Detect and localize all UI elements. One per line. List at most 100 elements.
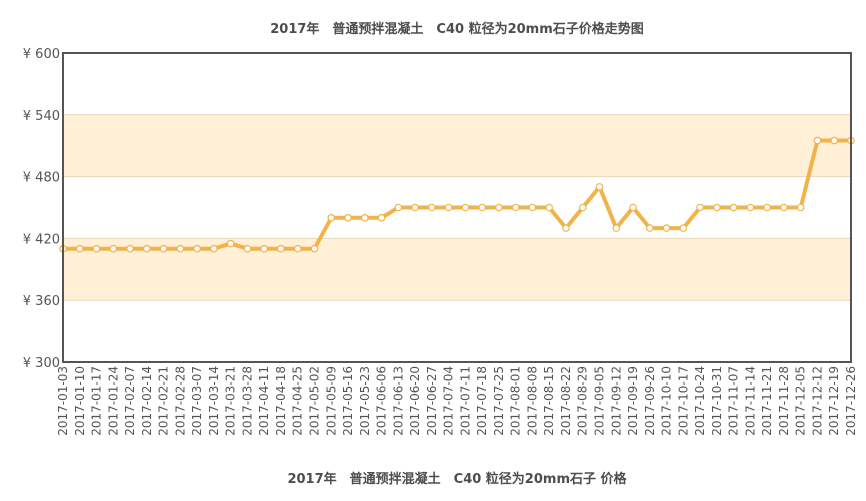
chart-title: 2017年 普通预拌混凝土 C40 粒径为20mm石子价格走势图 <box>270 21 644 37</box>
data-point <box>729 203 738 212</box>
data-point <box>813 136 822 145</box>
data-point <box>713 203 721 212</box>
x-tick-label: 2017-08-15 <box>542 366 556 436</box>
data-point <box>696 203 704 212</box>
x-tick-label: 2017-05-02 <box>307 366 321 436</box>
x-tick-label: 2017-07-25 <box>492 366 506 436</box>
x-tick-label: 2017-12-12 <box>810 366 824 436</box>
data-point <box>763 203 771 212</box>
data-point <box>679 224 688 232</box>
x-tick-label: 2017-09-12 <box>609 366 623 436</box>
x-tick-label: 2017-04-18 <box>274 366 288 436</box>
x-tick-label: 2017-03-28 <box>240 366 254 436</box>
x-tick-label: 2017-08-22 <box>559 366 573 436</box>
price-trend-chart: 2017年 普通预拌混凝土 C40 粒径为20mm石子价格走势图 ¥ 300¥ … <box>23 21 858 487</box>
data-point <box>176 244 185 253</box>
data-point <box>226 239 235 248</box>
y-tick-label-600: ¥ 600 <box>23 47 60 62</box>
data-point <box>344 214 352 222</box>
y-tick-label-420: ¥ 420 <box>23 232 60 247</box>
data-point <box>796 203 805 212</box>
x-tick-label: 2017-09-26 <box>643 366 657 436</box>
x-tick-label: 2017-12-05 <box>794 366 808 436</box>
data-point <box>528 203 537 212</box>
band-480-540 <box>63 114 851 177</box>
x-tick-label: 2017-12-26 <box>844 366 858 436</box>
x-tick-label: 2017-06-20 <box>408 366 422 436</box>
data-point <box>629 203 637 212</box>
x-tick-label: 2017-02-07 <box>123 366 137 436</box>
x-tick-label: 2017-01-17 <box>90 366 104 436</box>
x-tick-label: 2017-09-19 <box>626 366 640 436</box>
x-tick-label: 2017-07-18 <box>475 366 489 436</box>
data-point <box>461 203 470 212</box>
data-point <box>495 203 503 212</box>
data-point <box>293 244 302 253</box>
data-point <box>780 203 788 212</box>
x-tick-label: 2017-05-23 <box>358 366 372 436</box>
data-point <box>478 203 486 212</box>
data-point <box>595 183 604 191</box>
x-tick-label: 2017-10-10 <box>660 366 674 436</box>
data-point <box>360 214 369 222</box>
x-tick-label: 2017-11-07 <box>727 366 741 436</box>
y-tick-label-540: ¥ 540 <box>23 109 60 124</box>
x-tick-label: 2017-05-09 <box>324 366 338 436</box>
x-tick-label: 2017-09-05 <box>593 366 607 436</box>
x-tick-label: 2017-10-17 <box>676 366 690 436</box>
data-point <box>277 244 285 253</box>
x-tick-label: 2017-01-03 <box>56 366 70 436</box>
x-tick-label: 2017-08-08 <box>525 366 539 436</box>
data-point <box>511 203 520 212</box>
data-point <box>75 244 84 253</box>
data-point <box>562 224 570 232</box>
data-point <box>545 203 554 212</box>
x-tick-label: 2017-11-14 <box>743 366 757 436</box>
data-point <box>126 244 134 253</box>
x-tick-label: 2017-08-29 <box>576 366 590 436</box>
data-point <box>394 203 403 212</box>
x-tick-label: 2017-05-16 <box>341 366 355 436</box>
y-axis-ticks: ¥ 300 ¥ 360 ¥ 420 ¥ 480 ¥ 540 ¥ 600 <box>23 47 60 371</box>
data-point <box>662 224 671 232</box>
data-point <box>612 224 621 232</box>
data-point <box>444 203 453 212</box>
x-tick-label: 2017-11-21 <box>760 366 774 436</box>
x-tick-label: 2017-11-28 <box>777 366 791 436</box>
data-point <box>830 136 839 145</box>
data-point <box>411 203 419 212</box>
x-tick-label: 2017-07-11 <box>458 366 472 436</box>
x-tick-label: 2017-01-24 <box>106 366 120 436</box>
x-tick-label: 2017-02-14 <box>140 366 154 436</box>
x-tick-label: 2017-06-06 <box>375 366 389 436</box>
x-tick-label: 2017-01-10 <box>73 366 87 436</box>
x-tick-label: 2017-03-14 <box>207 366 221 436</box>
data-point <box>109 244 118 253</box>
data-point <box>578 203 587 212</box>
data-point <box>210 244 218 253</box>
data-point <box>746 203 755 212</box>
data-point <box>327 214 336 222</box>
y-tick-label-360: ¥ 360 <box>23 294 60 309</box>
x-tick-label: 2017-06-27 <box>425 366 439 436</box>
x-tick-label: 2017-03-21 <box>224 366 238 436</box>
x-axis-ticks: 2017-01-03 2017-01-10 2017-01-17 2017-01-24… <box>56 366 858 436</box>
x-tick-label: 2017-12-19 <box>827 366 841 436</box>
data-point <box>428 203 436 212</box>
data-point <box>260 244 268 253</box>
y-tick-label-480: ¥ 480 <box>23 171 60 186</box>
x-tick-label: 2017-07-04 <box>442 366 456 436</box>
data-point <box>646 224 654 232</box>
x-axis-title: 2017年 普通预拌混凝土 C40 粒径为20mm石子 价格 <box>287 471 627 487</box>
y-tick-label-300: ¥ 300 <box>23 356 60 371</box>
data-point <box>193 244 201 253</box>
x-tick-label: 2017-06-13 <box>391 366 405 436</box>
x-tick-label: 2017-04-25 <box>291 366 305 436</box>
data-point <box>243 244 252 253</box>
x-tick-label: 2017-04-11 <box>257 366 271 436</box>
data-point <box>377 214 386 222</box>
x-tick-label: 2017-10-31 <box>710 366 724 436</box>
x-tick-label: 2017-10-24 <box>693 366 707 436</box>
x-tick-label: 2017-02-28 <box>173 366 187 436</box>
x-tick-label: 2017-03-07 <box>190 366 204 436</box>
